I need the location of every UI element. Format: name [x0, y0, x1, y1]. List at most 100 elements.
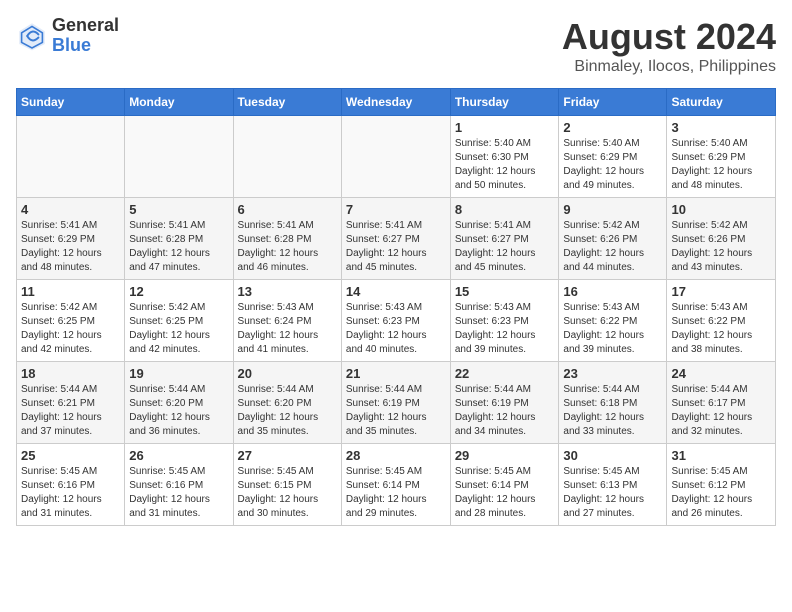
- day-number: 6: [238, 202, 337, 217]
- day-number: 30: [563, 448, 662, 463]
- calendar-day-cell: 20 Sunrise: 5:44 AMSunset: 6:20 PMDayligh…: [233, 362, 341, 444]
- weekday-header: Tuesday: [233, 89, 341, 116]
- day-number: 24: [671, 366, 771, 381]
- weekday-header: Monday: [125, 89, 233, 116]
- calendar-day-cell: 28 Sunrise: 5:45 AMSunset: 6:14 PMDayligh…: [341, 444, 450, 526]
- title-block: August 2024 Binmaley, Ilocos, Philippine…: [562, 16, 776, 76]
- day-number: 4: [21, 202, 120, 217]
- day-number: 17: [671, 284, 771, 299]
- calendar-day-cell: 6 Sunrise: 5:41 AMSunset: 6:28 PMDaylight…: [233, 198, 341, 280]
- day-number: 15: [455, 284, 555, 299]
- calendar-day-cell: 14Sunrise: 5:43 AMSunset: 6:23 PMDayligh…: [341, 280, 450, 362]
- calendar-day-cell: [17, 116, 125, 198]
- logo: General Blue: [16, 16, 119, 56]
- calendar-day-cell: 12 Sunrise: 5:42 AMSunset: 6:25 PMDayligh…: [125, 280, 233, 362]
- calendar-week-row: 18Sunrise: 5:44 AMSunset: 6:21 PMDayligh…: [17, 362, 776, 444]
- calendar-day-cell: 22Sunrise: 5:44 AMSunset: 6:19 PMDayligh…: [450, 362, 559, 444]
- day-number: 28: [346, 448, 446, 463]
- calendar-day-cell: 11Sunrise: 5:42 AMSunset: 6:25 PMDayligh…: [17, 280, 125, 362]
- calendar-week-row: 11Sunrise: 5:42 AMSunset: 6:25 PMDayligh…: [17, 280, 776, 362]
- day-info: Sunrise: 5:43 AMSunset: 6:24 PMDaylight:…: [238, 301, 337, 357]
- calendar-day-cell: 18Sunrise: 5:44 AMSunset: 6:21 PMDayligh…: [17, 362, 125, 444]
- day-info: Sunrise: 5:44 AMSunset: 6:21 PMDaylight:…: [21, 383, 120, 439]
- weekday-header: Sunday: [17, 89, 125, 116]
- day-number: 31: [671, 448, 771, 463]
- day-info: Sunrise: 5:41 AMSunset: 6:28 PMDaylight:…: [129, 219, 228, 275]
- day-number: 16: [563, 284, 662, 299]
- day-info: Sunrise: 5:42 AMSunset: 6:26 PMDaylight:…: [671, 219, 771, 275]
- day-number: 27: [238, 448, 337, 463]
- day-info: Sunrise: 5:43 AMSunset: 6:22 PMDaylight:…: [563, 301, 662, 357]
- day-info: Sunrise: 5:42 AMSunset: 6:26 PMDaylight:…: [563, 219, 662, 275]
- weekday-header: Thursday: [450, 89, 559, 116]
- calendar-day-cell: 19Sunrise: 5:44 AMSunset: 6:20 PMDayligh…: [125, 362, 233, 444]
- calendar-day-cell: 15 Sunrise: 5:43 AMSunset: 6:23 PMDayligh…: [450, 280, 559, 362]
- calendar-header-row: SundayMondayTuesdayWednesdayThursdayFrid…: [17, 89, 776, 116]
- calendar-day-cell: 8 Sunrise: 5:41 AMSunset: 6:27 PMDaylight…: [450, 198, 559, 280]
- day-info: Sunrise: 5:42 AMSunset: 6:25 PMDaylight:…: [21, 301, 120, 357]
- logo-line2: Blue: [52, 36, 119, 56]
- day-info: Sunrise: 5:45 AMSunset: 6:16 PMDaylight:…: [21, 465, 120, 521]
- calendar-day-cell: 3Sunrise: 5:40 AMSunset: 6:29 PMDaylight…: [667, 116, 776, 198]
- calendar-day-cell: 30 Sunrise: 5:45 AMSunset: 6:13 PMDayligh…: [559, 444, 667, 526]
- calendar-day-cell: 13 Sunrise: 5:43 AMSunset: 6:24 PMDayligh…: [233, 280, 341, 362]
- calendar-day-cell: 25 Sunrise: 5:45 AMSunset: 6:16 PMDayligh…: [17, 444, 125, 526]
- calendar-day-cell: 31 Sunrise: 5:45 AMSunset: 6:12 PMDayligh…: [667, 444, 776, 526]
- day-number: 7: [346, 202, 446, 217]
- calendar-day-cell: [125, 116, 233, 198]
- day-info: Sunrise: 5:41 AMSunset: 6:27 PMDaylight:…: [455, 219, 555, 275]
- calendar-day-cell: 24Sunrise: 5:44 AMSunset: 6:17 PMDayligh…: [667, 362, 776, 444]
- day-number: 20: [238, 366, 337, 381]
- day-number: 8: [455, 202, 555, 217]
- day-info: Sunrise: 5:41 AMSunset: 6:29 PMDaylight:…: [21, 219, 120, 275]
- calendar-day-cell: [233, 116, 341, 198]
- calendar-day-cell: 27 Sunrise: 5:45 AMSunset: 6:15 PMDayligh…: [233, 444, 341, 526]
- calendar-day-cell: 16 Sunrise: 5:43 AMSunset: 6:22 PMDayligh…: [559, 280, 667, 362]
- day-info: Sunrise: 5:43 AMSunset: 6:23 PMDaylight:…: [455, 301, 555, 357]
- day-number: 5: [129, 202, 228, 217]
- day-number: 2: [563, 120, 662, 135]
- day-number: 21: [346, 366, 446, 381]
- day-info: Sunrise: 5:42 AMSunset: 6:25 PMDaylight:…: [129, 301, 228, 357]
- day-number: 29: [455, 448, 555, 463]
- calendar-day-cell: 5 Sunrise: 5:41 AMSunset: 6:28 PMDaylight…: [125, 198, 233, 280]
- day-number: 13: [238, 284, 337, 299]
- day-number: 19: [129, 366, 228, 381]
- calendar-day-cell: 21 Sunrise: 5:44 AMSunset: 6:19 PMDayligh…: [341, 362, 450, 444]
- calendar-week-row: 25 Sunrise: 5:45 AMSunset: 6:16 PMDayligh…: [17, 444, 776, 526]
- day-info: Sunrise: 5:44 AMSunset: 6:18 PMDaylight:…: [563, 383, 662, 439]
- calendar-day-cell: 4 Sunrise: 5:41 AMSunset: 6:29 PMDaylight…: [17, 198, 125, 280]
- day-info: Sunrise: 5:44 AMSunset: 6:20 PMDaylight:…: [238, 383, 337, 439]
- day-number: 25: [21, 448, 120, 463]
- logo-line1: General: [52, 16, 119, 36]
- day-number: 3: [671, 120, 771, 135]
- day-info: Sunrise: 5:45 AMSunset: 6:16 PMDaylight:…: [129, 465, 228, 521]
- day-info: Sunrise: 5:44 AMSunset: 6:19 PMDaylight:…: [455, 383, 555, 439]
- weekday-header: Friday: [559, 89, 667, 116]
- page-header: General Blue August 2024 Binmaley, Iloco…: [16, 16, 776, 76]
- day-info: Sunrise: 5:45 AMSunset: 6:14 PMDaylight:…: [346, 465, 446, 521]
- day-info: Sunrise: 5:44 AMSunset: 6:19 PMDaylight:…: [346, 383, 446, 439]
- calendar-day-cell: 26Sunrise: 5:45 AMSunset: 6:16 PMDayligh…: [125, 444, 233, 526]
- day-number: 12: [129, 284, 228, 299]
- day-number: 1: [455, 120, 555, 135]
- calendar-day-cell: 10 Sunrise: 5:42 AMSunset: 6:26 PMDayligh…: [667, 198, 776, 280]
- day-info: Sunrise: 5:40 AMSunset: 6:30 PMDaylight:…: [455, 137, 555, 193]
- calendar-day-cell: 9Sunrise: 5:42 AMSunset: 6:26 PMDaylight…: [559, 198, 667, 280]
- calendar-day-cell: 1 Sunrise: 5:40 AMSunset: 6:30 PMDaylight…: [450, 116, 559, 198]
- day-info: Sunrise: 5:41 AMSunset: 6:28 PMDaylight:…: [238, 219, 337, 275]
- day-info: Sunrise: 5:41 AMSunset: 6:27 PMDaylight:…: [346, 219, 446, 275]
- day-info: Sunrise: 5:45 AMSunset: 6:15 PMDaylight:…: [238, 465, 337, 521]
- day-info: Sunrise: 5:45 AMSunset: 6:13 PMDaylight:…: [563, 465, 662, 521]
- logo-text: General Blue: [52, 16, 119, 56]
- calendar-day-cell: 23 Sunrise: 5:44 AMSunset: 6:18 PMDayligh…: [559, 362, 667, 444]
- calendar-table: SundayMondayTuesdayWednesdayThursdayFrid…: [16, 88, 776, 526]
- day-info: Sunrise: 5:45 AMSunset: 6:14 PMDaylight:…: [455, 465, 555, 521]
- month-year: August 2024: [562, 16, 776, 58]
- day-number: 23: [563, 366, 662, 381]
- day-number: 10: [671, 202, 771, 217]
- day-info: Sunrise: 5:45 AMSunset: 6:12 PMDaylight:…: [671, 465, 771, 521]
- calendar-day-cell: 2Sunrise: 5:40 AMSunset: 6:29 PMDaylight…: [559, 116, 667, 198]
- weekday-header: Saturday: [667, 89, 776, 116]
- calendar-day-cell: 17Sunrise: 5:43 AMSunset: 6:22 PMDayligh…: [667, 280, 776, 362]
